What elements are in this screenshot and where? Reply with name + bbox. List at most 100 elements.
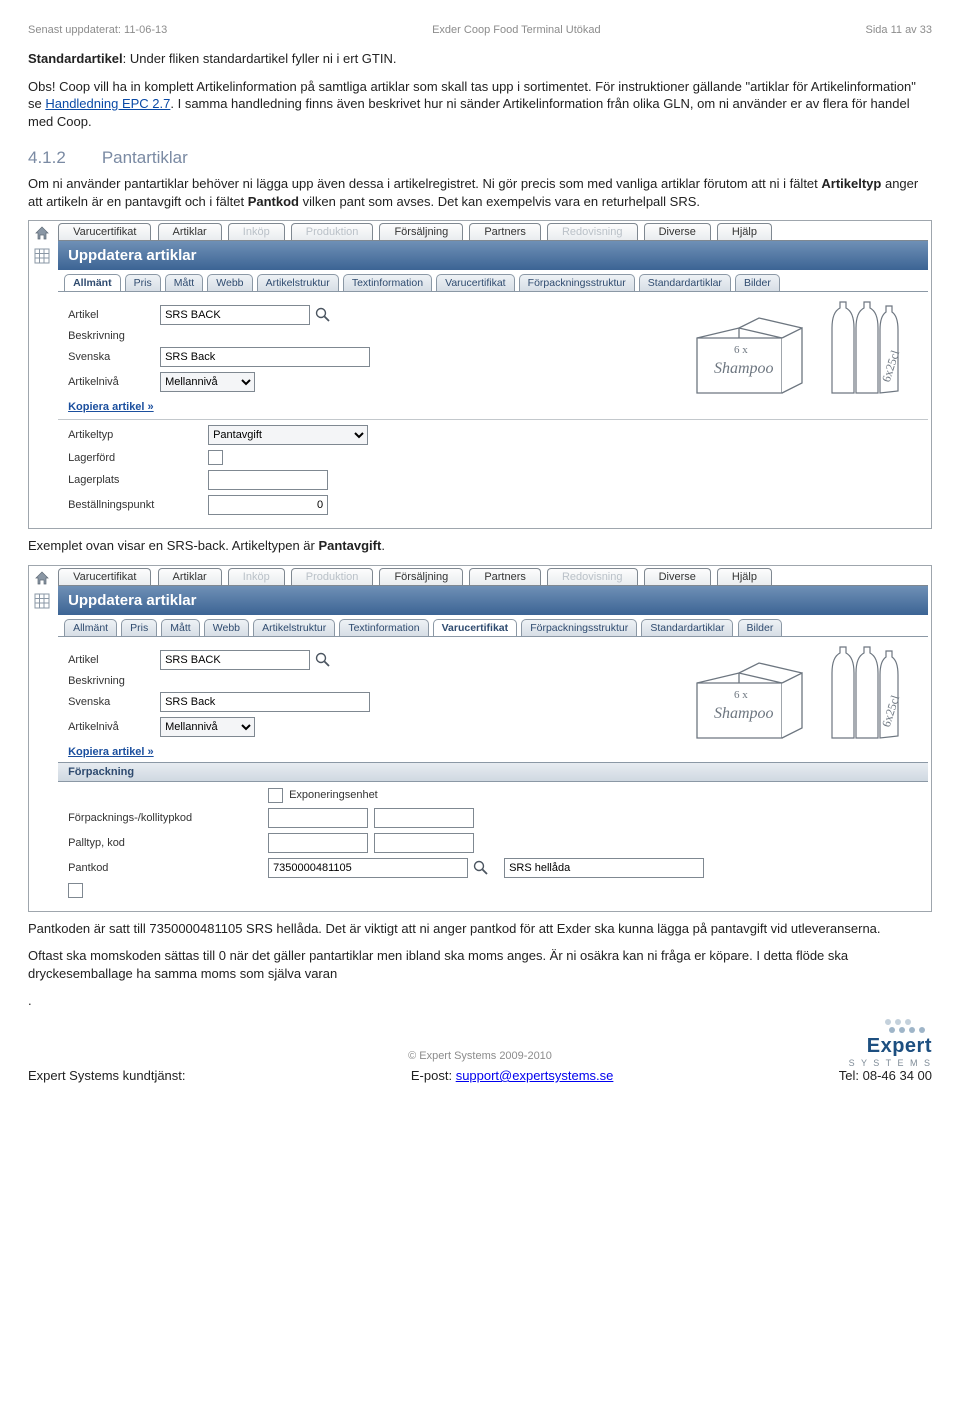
page-number: Sida 11 av 33 — [866, 24, 932, 36]
artikel-input[interactable] — [160, 650, 310, 670]
caption1-bold: Pantavgift — [318, 538, 381, 553]
search-icon[interactable] — [472, 859, 490, 877]
artikelniva-select[interactable]: Mellannivå — [160, 372, 255, 392]
shot2-title: Uppdatera artiklar — [58, 585, 928, 615]
subtab-allmant[interactable]: Allmänt — [64, 619, 117, 636]
subtab-bilder[interactable]: Bilder — [738, 619, 783, 636]
shot1-sidebar — [29, 221, 55, 267]
shot2-topnav: Varucertifikat Artiklar Inköp Produktion… — [58, 566, 928, 585]
caption-1: Exemplet ovan visar en SRS-back. Artikel… — [28, 537, 932, 555]
subtab-bilder[interactable]: Bilder — [735, 274, 780, 291]
svenska-input[interactable] — [160, 347, 370, 367]
pant-text-a: Om ni använder pantartiklar behöver ni l… — [28, 176, 821, 191]
grid-icon[interactable] — [34, 593, 50, 609]
tab-partners[interactable]: Partners — [469, 223, 541, 240]
subtab-matt[interactable]: Mått — [165, 274, 203, 291]
subtab-allmant[interactable]: Allmänt — [64, 274, 121, 291]
subtab-forpackningsstruktur[interactable]: Förpackningsstruktur — [521, 619, 637, 636]
pant-text-c: vilken pant som avses. Det kan exempelvi… — [299, 194, 700, 209]
tab-diverse[interactable]: Diverse — [644, 223, 711, 240]
subtab-standardartiklar[interactable]: Standardartiklar — [641, 619, 733, 636]
forpkolli-label: Förpacknings-/kollitypkod — [68, 812, 268, 824]
tab-partners[interactable]: Partners — [469, 568, 541, 585]
palltyp-input-1[interactable] — [268, 833, 368, 853]
screenshot-2: Varucertifikat Artiklar Inköp Produktion… — [28, 565, 932, 912]
bestallningspunkt-input[interactable] — [208, 495, 328, 515]
handledning-link[interactable]: Handledning EPC 2.7 — [45, 96, 170, 111]
artikelniva-select[interactable]: Mellannivå — [160, 717, 255, 737]
tab-diverse[interactable]: Diverse — [644, 568, 711, 585]
exponeringsenhet-checkbox[interactable] — [268, 788, 283, 803]
logo-title: Expert — [844, 1035, 932, 1058]
section-heading: 4.1.2Pantartiklar — [28, 146, 932, 169]
artikel-input[interactable] — [160, 305, 310, 325]
subtab-textinformation[interactable]: Textinformation — [339, 619, 428, 636]
forpackning-heading: Förpackning — [58, 762, 928, 782]
subtab-pris[interactable]: Pris — [121, 619, 157, 636]
footer-mid-label: E-post: — [411, 1068, 456, 1083]
kopiera-link[interactable]: Kopiera artikel » — [68, 401, 154, 413]
subtab-textinformation[interactable]: Textinformation — [343, 274, 432, 291]
lagerplats-input[interactable] — [208, 470, 328, 490]
bestallningspunkt-label: Beställningspunkt — [68, 499, 208, 511]
tab-hjalp[interactable]: Hjälp — [717, 223, 772, 240]
shot1-title: Uppdatera artiklar — [58, 240, 928, 270]
subtab-varucertifikat[interactable]: Varucertifikat — [436, 274, 515, 291]
screenshot-1: Varucertifikat Artiklar Inköp Produktion… — [28, 220, 932, 529]
search-icon[interactable] — [314, 306, 332, 324]
tab-artiklar[interactable]: Artiklar — [158, 223, 222, 240]
pantkod-name-input[interactable] — [504, 858, 704, 878]
beskrivning-label: Beskrivning — [68, 330, 160, 342]
std-paragraph: Standardartikel: Under fliken standardar… — [28, 50, 932, 68]
logo-subtitle: S Y S T E M S — [844, 1058, 932, 1068]
support-email-link[interactable]: support@expertsystems.se — [456, 1068, 614, 1083]
subtab-matt[interactable]: Mått — [161, 619, 199, 636]
home-icon[interactable] — [34, 570, 50, 586]
caption1-a: Exemplet ovan visar en SRS-back. Artikel… — [28, 538, 318, 553]
shot2-subtabs: Allmänt Pris Mått Webb Artikelstruktur T… — [58, 615, 928, 637]
pantkod-bold: Pantkod — [248, 194, 299, 209]
subtab-forpackningsstruktur[interactable]: Förpackningsstruktur — [519, 274, 635, 291]
search-icon[interactable] — [314, 651, 332, 669]
doc-title: Exder Coop Food Terminal Utökad — [432, 24, 601, 36]
expert-logo: Expert S Y S T E M S — [844, 1016, 932, 1068]
artikelniva-label: Artikelnivå — [68, 721, 160, 733]
divider — [58, 419, 928, 420]
artikel-label: Artikel — [68, 309, 160, 321]
kopiera-link[interactable]: Kopiera artikel » — [68, 746, 154, 758]
home-icon[interactable] — [34, 225, 50, 241]
tab-varucertifikat[interactable]: Varucertifikat — [58, 223, 151, 240]
obs-paragraph: Obs! Coop vill ha in komplett Artikelinf… — [28, 78, 932, 131]
subtab-varucertifikat[interactable]: Varucertifikat — [433, 619, 518, 636]
tab-hjalp[interactable]: Hjälp — [717, 568, 772, 585]
tab-forsaljning[interactable]: Försäljning — [379, 223, 463, 240]
palltyp-input-2[interactable] — [374, 833, 474, 853]
tab-forsaljning[interactable]: Försäljning — [379, 568, 463, 585]
subtab-pris[interactable]: Pris — [125, 274, 161, 291]
subtab-standardartiklar[interactable]: Standardartiklar — [639, 274, 731, 291]
std-text: : Under fliken standardartikel fyller ni… — [123, 51, 397, 66]
product-illustration-icon — [692, 298, 912, 398]
caption1-c: . — [381, 538, 385, 553]
grid-icon[interactable] — [34, 248, 50, 264]
lagerford-checkbox[interactable] — [208, 450, 223, 465]
pantkod-input[interactable] — [268, 858, 468, 878]
palltyp-label: Palltyp, kod — [68, 837, 268, 849]
std-label: Standardartikel — [28, 51, 123, 66]
subtab-artikelstruktur[interactable]: Artikelstruktur — [253, 619, 335, 636]
tab-artiklar[interactable]: Artiklar — [158, 568, 222, 585]
caption-3-dot: . — [28, 992, 932, 1010]
forpkolli-input-2[interactable] — [374, 808, 474, 828]
subtab-webb[interactable]: Webb — [207, 274, 252, 291]
tab-varucertifikat[interactable]: Varucertifikat — [58, 568, 151, 585]
shot1-subtabs: Allmänt Pris Mått Webb Artikelstruktur T… — [58, 270, 928, 292]
tab-redovisning: Redovisning — [547, 223, 638, 240]
subtab-artikelstruktur[interactable]: Artikelstruktur — [257, 274, 339, 291]
forpkolli-input-1[interactable] — [268, 808, 368, 828]
artikeltyp-select[interactable]: Pantavgift — [208, 425, 368, 445]
shot1-topnav: Varucertifikat Artiklar Inköp Produktion… — [58, 221, 928, 240]
svenska-label: Svenska — [68, 351, 160, 363]
bottom-checkbox[interactable] — [68, 883, 83, 898]
svenska-input[interactable] — [160, 692, 370, 712]
subtab-webb[interactable]: Webb — [204, 619, 249, 636]
